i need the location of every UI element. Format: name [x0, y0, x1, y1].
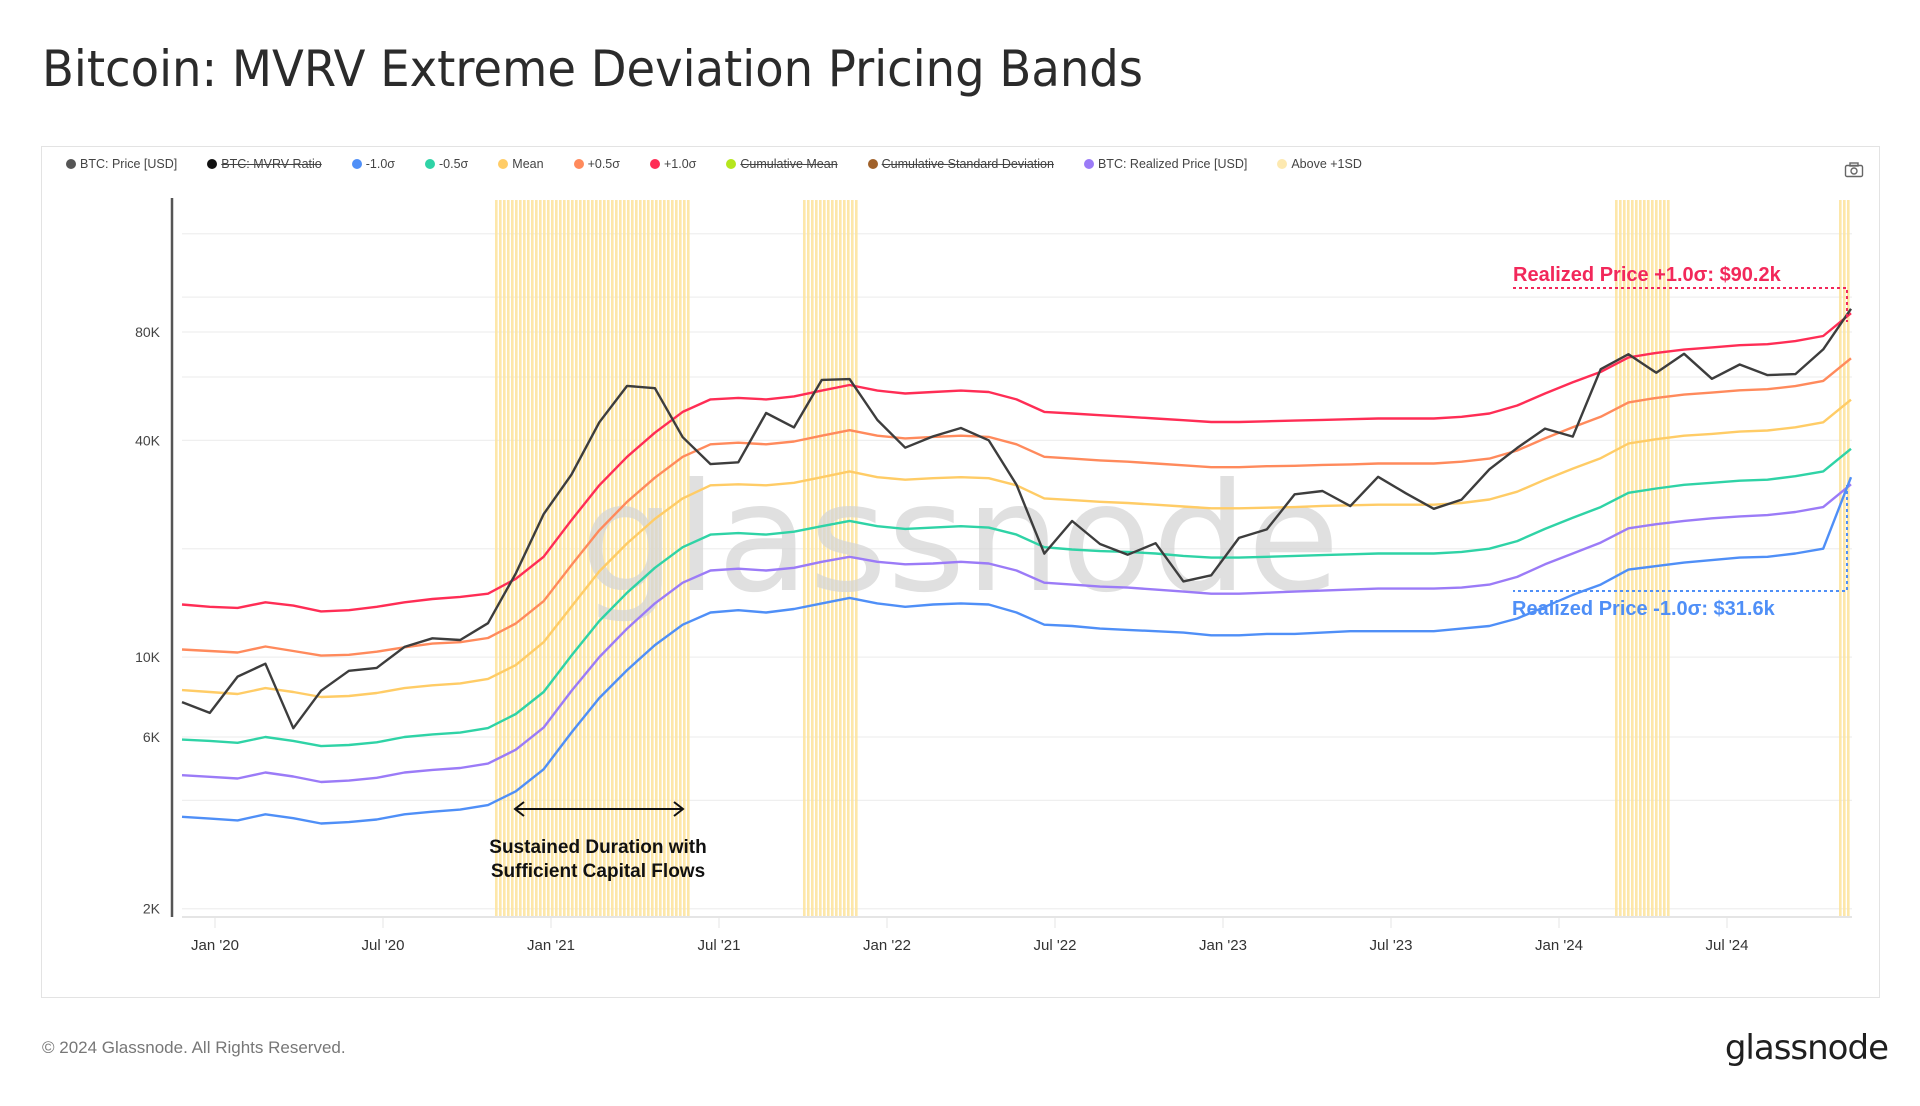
above-1sd-bar	[1843, 200, 1846, 917]
glassnode-logo: glassnode	[1724, 1028, 1889, 1068]
above-1sd-bar	[1623, 200, 1626, 917]
above-1sd-bar	[499, 200, 502, 917]
above-1sd-bar	[1643, 200, 1646, 917]
above-1sd-bar	[1651, 200, 1654, 917]
x-tick-label: Jan '22	[863, 937, 911, 954]
duration-label-line1: Sustained Duration with	[489, 837, 706, 858]
x-tick-label: Jan '20	[191, 937, 239, 954]
y-axis-ticks: 2K 6K 10K 40K 80K	[135, 324, 161, 917]
above-1sd-bar	[1639, 200, 1642, 917]
y-tick-label: 10K	[135, 649, 161, 665]
x-axis-ticks: Jan '20 Jul '20 Jan '21 Jul '21 Jan '22 Jul '…	[191, 937, 1748, 954]
y-tick-label: 6K	[143, 729, 161, 745]
chart-svg: glassnode 2K6K10K40K80K Jan '20 Jul '20 Ja…	[135, 198, 1853, 954]
x-tick-label: Jul '23	[1370, 937, 1413, 954]
above-1sd-bar	[1631, 200, 1634, 917]
above-1sd-bar	[495, 200, 498, 917]
y-tick-label: 2K	[143, 901, 161, 917]
above-1sd-bar	[1667, 200, 1670, 917]
above-1sd-bar	[511, 200, 514, 917]
above-1sd-bar	[1663, 200, 1666, 917]
x-tick-label: Jul '20	[362, 937, 405, 954]
y-tick-label: 80K	[135, 324, 161, 340]
x-tick-label: Jul '22	[1034, 937, 1077, 954]
above-1sd-bar	[503, 200, 506, 917]
x-tick-label: Jan '24	[1535, 937, 1583, 954]
duration-label-line2: Sufficient Capital Flows	[491, 861, 705, 882]
above-1sd-bar	[1635, 200, 1638, 917]
above-1sd-bar	[1619, 200, 1622, 917]
x-tick-label: Jan '21	[527, 937, 575, 954]
above-1sd-bar	[1615, 200, 1618, 917]
x-tick-label: Jan '23	[1199, 937, 1247, 954]
y-tick-label: 40K	[135, 432, 161, 448]
copyright: © 2024 Glassnode. All Rights Reserved.	[42, 1038, 346, 1057]
upper-annotation-leader	[1513, 287, 1848, 322]
above-1sd-bar	[507, 200, 510, 917]
above-1sd-bar	[1655, 200, 1658, 917]
above-1sd-bar	[1627, 200, 1630, 917]
lower-annotation-leader	[1513, 485, 1848, 592]
upper-annotation: Realized Price +1.0σ: $90.2k	[1513, 264, 1782, 286]
x-tick-label: Jul '24	[1706, 937, 1749, 954]
above-1sd-bar	[1839, 200, 1842, 917]
lower-annotation: Realized Price -1.0σ: $31.6k	[1512, 598, 1776, 620]
above-1sd-bar	[1647, 200, 1650, 917]
above-1sd-bar	[1659, 200, 1662, 917]
x-tick-label: Jul '21	[698, 937, 741, 954]
